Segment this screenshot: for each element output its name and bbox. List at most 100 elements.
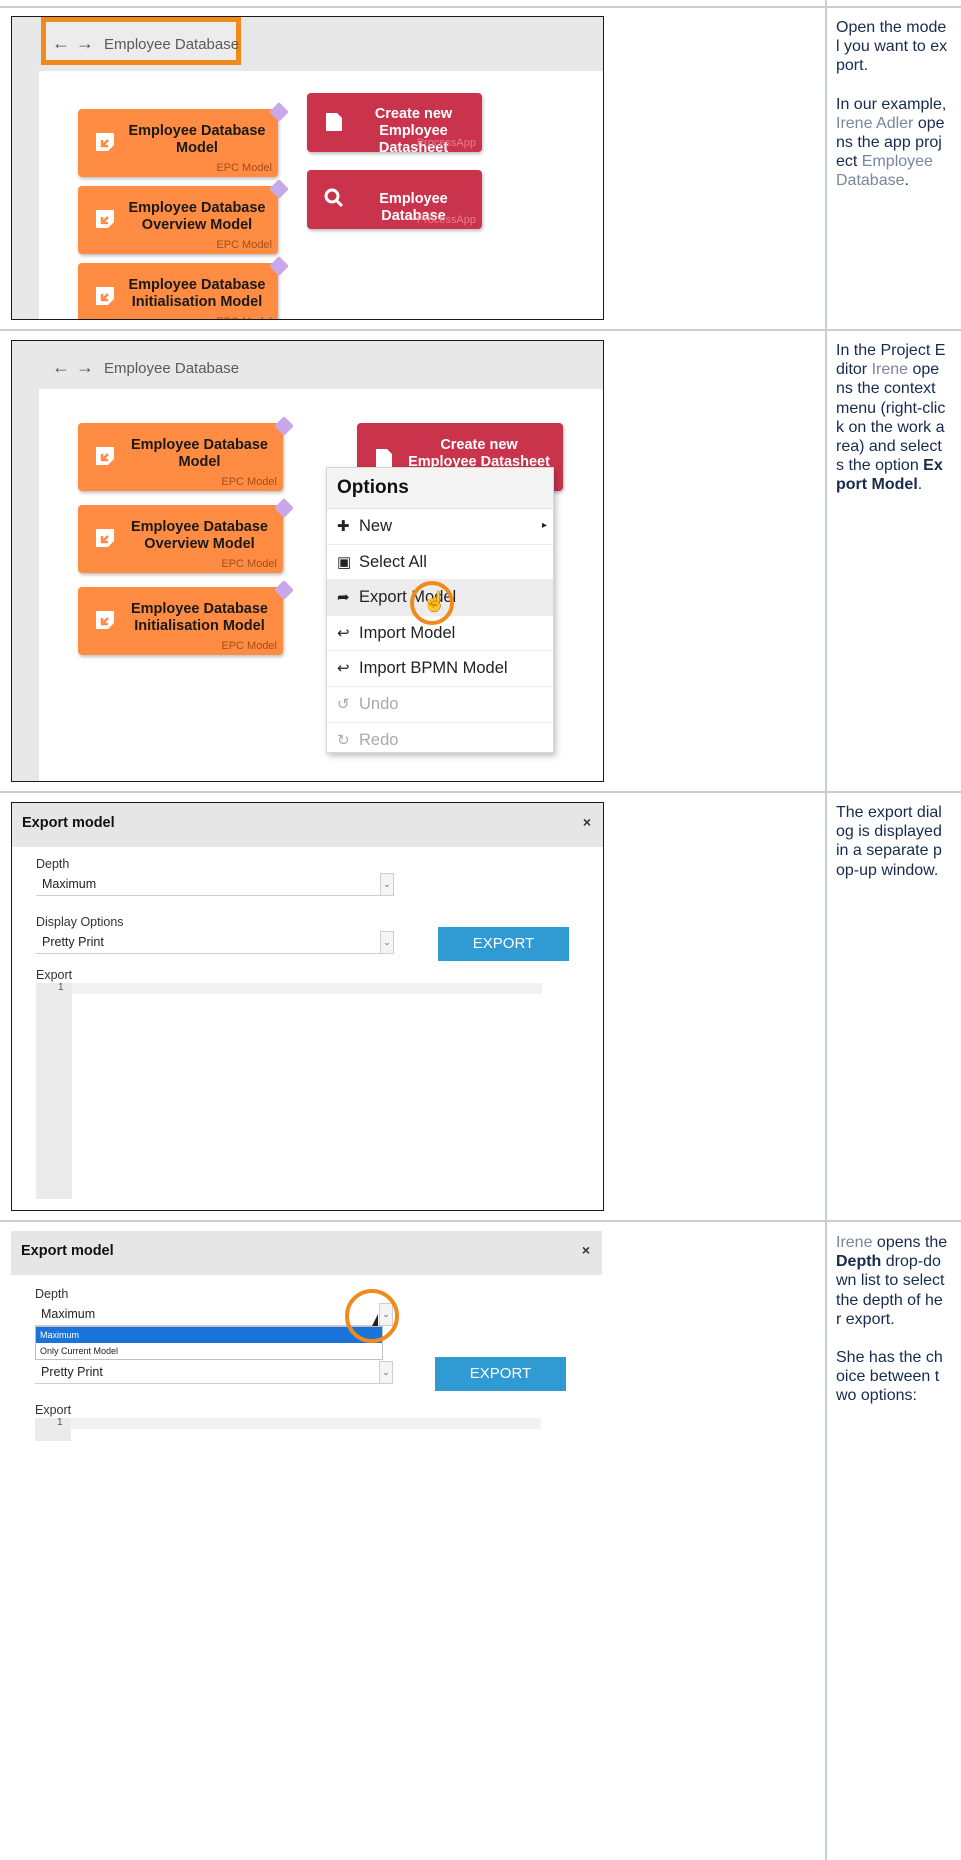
tile-title: Employee Database Model <box>128 123 266 156</box>
depth-value: Maximum <box>41 1307 96 1321</box>
tile-title: Create new Employee Datasheet <box>408 437 550 470</box>
tile-type: EPC Model <box>221 476 277 488</box>
search-icon <box>324 188 344 208</box>
pointer-cursor-icon <box>372 1314 378 1326</box>
breadcrumb: ← → Employee Database <box>52 33 239 54</box>
undo-icon: ↺ <box>337 695 350 713</box>
tile-type: EPC Model <box>221 558 277 570</box>
back-arrow-icon[interactable]: ← <box>52 33 70 53</box>
depth-option-maximum[interactable]: Maximum <box>36 1327 382 1343</box>
display-options-value: Pretty Print <box>41 1365 103 1379</box>
tile-employee-database-model[interactable]: Employee Database Model EPC Model <box>78 416 294 491</box>
depth-option-only-current-model[interactable]: Only Current Model <box>36 1343 382 1359</box>
export-label: Export <box>36 968 73 982</box>
step-1-intro: In our example, <box>836 95 947 113</box>
chevron-down-icon[interactable]: ⌄ <box>380 931 394 954</box>
display-options-select[interactable]: Pretty Print ⌄ <box>35 1361 393 1384</box>
menu-item-label: Select All <box>359 552 427 571</box>
export-label: Export <box>35 1403 72 1417</box>
breadcrumb: ← → Employee Database <box>52 357 239 378</box>
export-button[interactable]: EXPORT <box>438 927 569 961</box>
close-icon[interactable]: × <box>582 1242 590 1258</box>
depth-term: Depth <box>836 1253 882 1271</box>
reply-arrow-icon: ↩ <box>337 624 350 642</box>
table-border-top <box>0 6 961 8</box>
editor-gutter <box>36 983 72 1199</box>
user-link[interactable]: Irene <box>872 361 908 378</box>
line-number: 1 <box>58 982 64 993</box>
tile-type: ProcessApp <box>416 137 476 149</box>
depth-label: Depth <box>36 857 70 871</box>
display-options-label: Display Options <box>36 915 124 929</box>
document-icon <box>326 113 342 131</box>
depth-select[interactable]: Maximum ⌄ <box>35 1303 393 1326</box>
epc-model-icon <box>96 611 114 629</box>
tag-icon <box>269 256 289 276</box>
column-divider <box>825 0 827 1860</box>
row-divider-3 <box>0 1220 961 1222</box>
share-arrow-icon: ➦ <box>337 589 350 607</box>
submenu-arrow-icon: ▸ <box>541 520 547 531</box>
sidebar <box>12 341 39 781</box>
tile-employee-database-model[interactable]: Employee Database Model EPC Model <box>78 102 289 177</box>
menu-item-label: Import Model <box>359 623 456 642</box>
display-options-select[interactable]: Pretty Print ⌄ <box>36 931 394 954</box>
reply-arrow-icon: ↩ <box>337 660 350 678</box>
breadcrumb-title[interactable]: Employee Database <box>104 36 239 53</box>
tile-title: Create new Employee Datasheet <box>374 106 453 156</box>
tile-employee-database-initialisation-model[interactable]: Employee Database Initialisation Model E… <box>78 256 289 319</box>
chevron-down-icon[interactable]: ⌄ <box>380 873 394 896</box>
user-link[interactable]: Irene <box>836 1234 872 1251</box>
depth-select[interactable]: Maximum ⌄ <box>36 873 394 896</box>
dialog-title: Export model <box>22 815 115 831</box>
tile-type: EPC Model <box>216 316 272 319</box>
step-3-text: The export dialog is displayed in a sepa… <box>836 804 942 879</box>
tile-employee-database-app[interactable]: Employee Database ProcessApp <box>307 170 482 229</box>
tile-type: EPC Model <box>221 640 277 652</box>
depth-value: Maximum <box>42 877 97 891</box>
tile-title: Employee Database Model <box>130 437 268 470</box>
menu-item-import-bpmn-model[interactable]: ↩ Import BPMN Model <box>327 651 553 687</box>
step-1-text: Open the model you want to export. <box>836 19 948 75</box>
tile-employee-database-overview-model[interactable]: Employee Database Overview Model EPC Mod… <box>78 179 289 254</box>
row-divider-1 <box>0 329 961 331</box>
tile-create-new-employee-datasheet[interactable]: Create new Employee Datasheet ProcessApp <box>307 93 482 156</box>
menu-item-label: Redo <box>359 730 399 749</box>
menu-item-undo[interactable]: ↺ Undo <box>327 687 553 723</box>
tag-icon <box>269 102 289 122</box>
editor-active-line[interactable] <box>71 1418 541 1429</box>
dialog-header: Export model × <box>11 1231 602 1275</box>
menu-item-label: Import BPMN Model <box>359 659 508 678</box>
tag-icon <box>274 580 294 600</box>
close-icon[interactable]: × <box>583 814 591 830</box>
chevron-down-icon[interactable]: ⌄ <box>379 1361 393 1384</box>
dialog-header: Export model × <box>12 803 603 847</box>
tile-title: Employee Database Initialisation Model <box>128 277 266 310</box>
row-divider-2 <box>0 791 961 793</box>
menu-item-redo[interactable]: ↻ Redo <box>327 723 553 758</box>
hand-cursor-icon: ☝ <box>422 591 447 613</box>
breadcrumb-title[interactable]: Employee Database <box>104 360 239 377</box>
step-1-description: Open the model you want to export. In ou… <box>836 18 948 191</box>
tile-title: Employee Database Overview Model <box>130 519 268 552</box>
plus-icon: ✚ <box>337 518 350 535</box>
export-button[interactable]: EXPORT <box>435 1357 566 1391</box>
redo-icon: ↻ <box>337 731 350 749</box>
forward-arrow-icon[interactable]: → <box>76 33 94 53</box>
period: . <box>904 172 909 190</box>
tile-employee-database-initialisation-model[interactable]: Employee Database Initialisation Model E… <box>78 580 294 655</box>
editor-active-line[interactable] <box>72 983 542 994</box>
forward-arrow-icon[interactable]: → <box>76 357 94 377</box>
screenshot-context-menu: ← → Employee Database Employee Database Mo… <box>11 340 604 782</box>
epc-model-icon <box>96 133 114 151</box>
tile-title: Employee Database Overview Model <box>128 200 266 233</box>
dialog-title: Export model <box>21 1243 114 1259</box>
tile-employee-database-overview-model[interactable]: Employee Database Overview Model EPC Mod… <box>78 498 294 573</box>
user-link[interactable]: Irene Adler <box>836 115 913 132</box>
tile-type: EPC Model <box>216 239 272 251</box>
tag-icon <box>274 416 294 436</box>
back-arrow-icon[interactable]: ← <box>52 357 70 377</box>
menu-item-new[interactable]: ✚ New ▸ <box>327 509 553 545</box>
epc-model-icon <box>96 210 114 228</box>
menu-item-select-all[interactable]: ▣ Select All <box>327 545 553 581</box>
